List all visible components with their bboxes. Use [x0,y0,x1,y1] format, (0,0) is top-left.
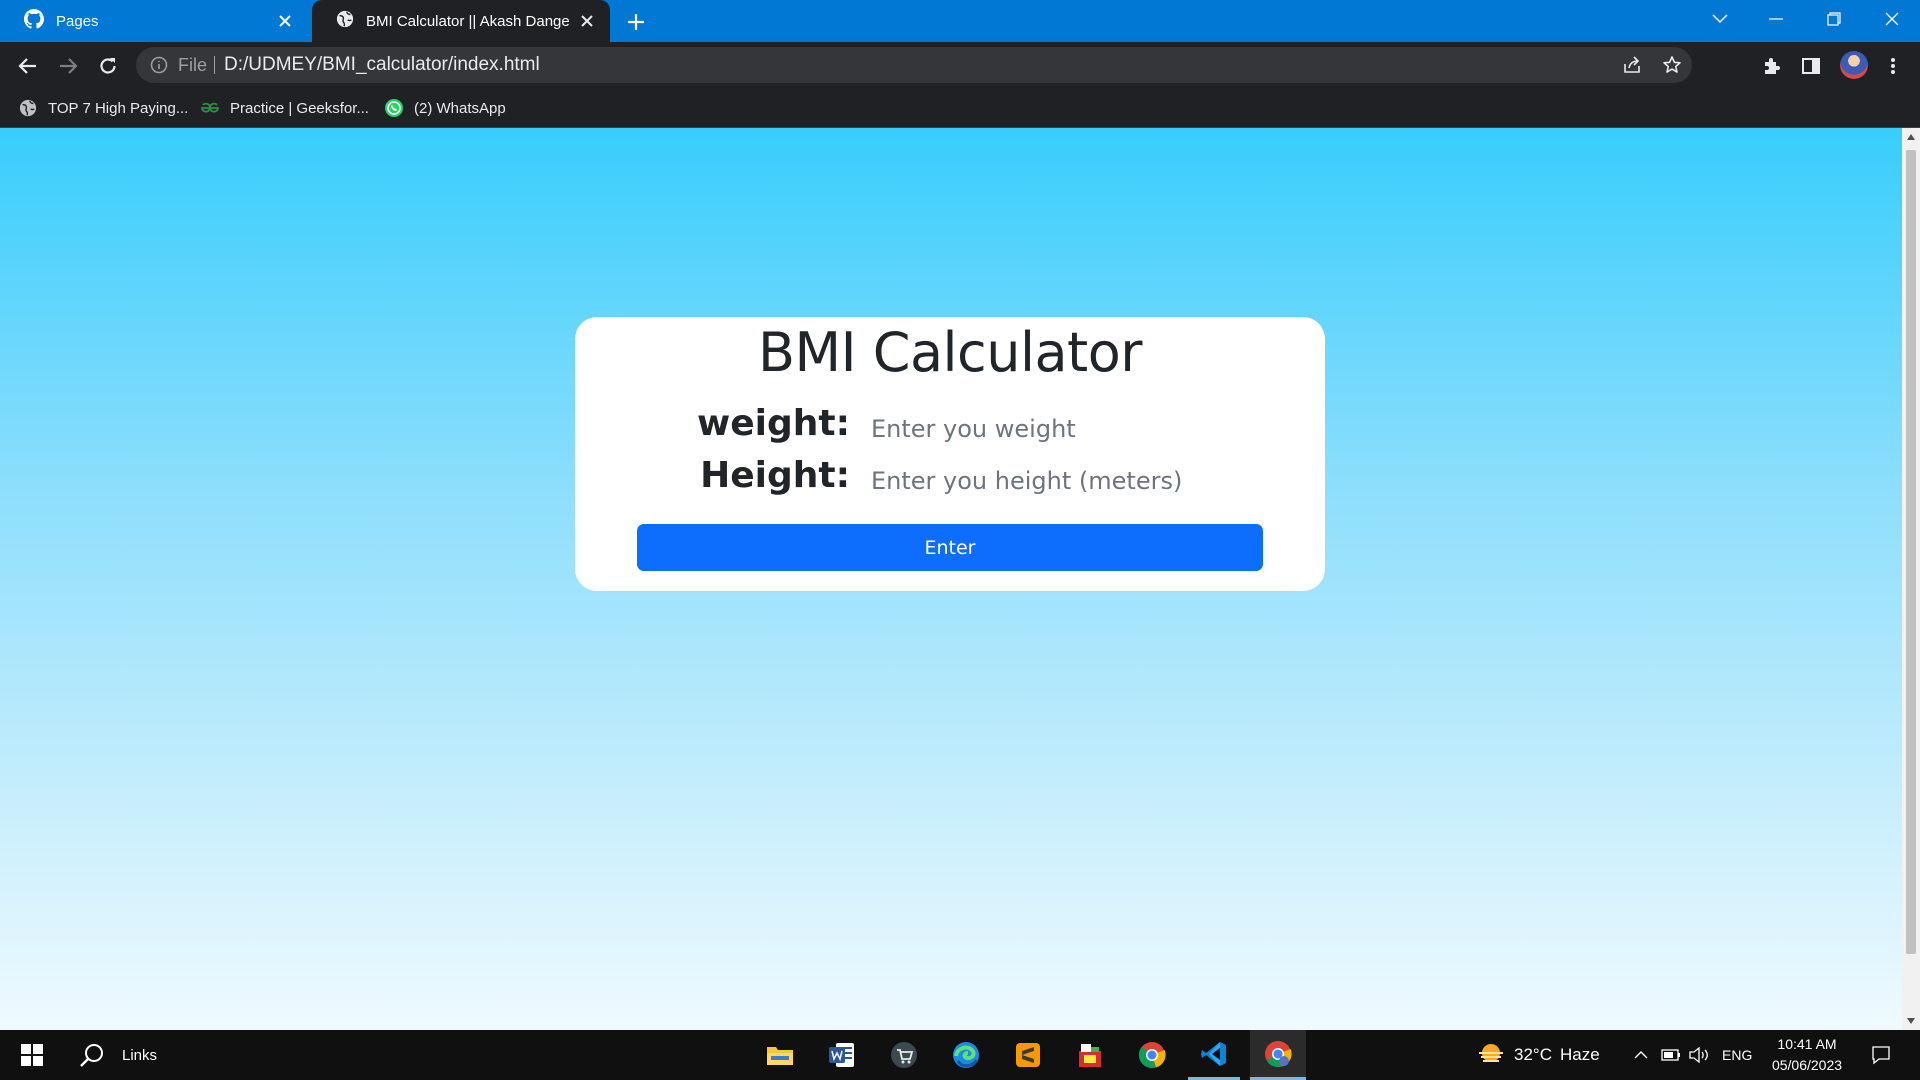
globe-icon [336,10,354,32]
new-tab-button[interactable] [624,10,648,34]
sublime-text-icon[interactable] [1002,1030,1054,1080]
url-text[interactable]: D:/UDMEY/BMI_calculator/index.html [224,54,540,76]
language-indicator[interactable]: ENG [1722,1030,1752,1080]
bookmarks-bar: TOP 7 High Paying... Practice | Geeksfor… [0,89,1920,128]
file-explorer-icon[interactable] [754,1030,806,1080]
height-row: Height: [575,455,1325,507]
extensions-icon[interactable] [1758,53,1784,79]
bmi-card: BMI Calculator weight: Height: Enter [575,317,1325,591]
edge-icon[interactable] [940,1030,992,1080]
side-panel-icon[interactable] [1798,53,1824,79]
scroll-up-icon[interactable] [1907,134,1915,140]
weight-input[interactable] [871,407,1251,451]
address-bar[interactable]: File D:/UDMEY/BMI_calculator/index.html [136,47,1692,83]
tab-search-icon[interactable] [1692,0,1748,38]
windows-taskbar: Links 32°C Haze ENG 10:41 AM 05/06/2023 [0,1030,1920,1080]
page-scrollbar[interactable] [1902,128,1920,1030]
clock-date: 05/06/2023 [1771,1057,1843,1073]
globe-icon [18,98,38,118]
bookmark-whatsapp[interactable]: (2) WhatsApp [384,97,506,119]
scheme-label: File [178,55,208,75]
back-button[interactable] [14,52,42,80]
forward-button[interactable] [54,52,82,80]
tab-bmi-calculator[interactable]: BMI Calculator || Akash Dange [312,0,610,42]
bookmark-star-icon[interactable] [1662,55,1682,75]
profile-avatar[interactable] [1840,51,1868,79]
browser-toolbar: File D:/UDMEY/BMI_calculator/index.html [0,42,1920,89]
taskbar-search-text[interactable]: Links [122,1030,157,1080]
bookmark-label: Practice | Geeksfor... [230,99,369,117]
enter-button[interactable]: Enter [637,524,1263,571]
bookmark-geeksforgeeks[interactable]: Practice | Geeksfor... [200,97,369,119]
clock-time: 10:41 AM [1777,1036,1837,1052]
chrome-icon[interactable] [1126,1030,1178,1080]
weight-row: weight: [575,403,1325,455]
geeksforgeeks-icon [200,98,220,118]
info-icon[interactable] [150,56,168,74]
share-icon[interactable] [1622,55,1642,75]
page-title: BMI Calculator [758,321,1142,384]
whatsapp-icon [384,98,404,118]
tab-strip: Pages BMI Calculator || Akash Dange [0,0,1920,42]
minimize-button[interactable] [1748,0,1804,38]
weather-haze-icon[interactable] [1474,1030,1508,1080]
page-viewport: BMI Calculator weight: Height: Enter [0,128,1902,1030]
restore-button[interactable] [1806,0,1862,38]
word-icon[interactable] [816,1030,868,1080]
reload-button[interactable] [94,52,122,80]
scroll-down-icon[interactable] [1907,1018,1915,1024]
search-icon[interactable] [72,1030,112,1080]
menu-kebab-icon[interactable] [1880,53,1906,79]
scheme-separator [214,56,215,74]
weather-text[interactable]: 32°C Haze [1514,1030,1600,1080]
tab-pages[interactable]: Pages [0,0,308,42]
vscode-icon[interactable] [1188,1030,1240,1080]
close-tab-icon[interactable] [276,12,294,30]
app-icon[interactable] [1064,1030,1116,1080]
close-tab-icon[interactable] [578,12,596,30]
tab-title: Pages [56,12,99,30]
chrome-profile-icon[interactable] [1250,1030,1306,1080]
windows-start-icon[interactable] [10,1030,54,1080]
volume-icon[interactable] [1688,1030,1712,1080]
bookmark-label: TOP 7 High Paying... [48,99,189,117]
bookmark-label: (2) WhatsApp [414,99,506,117]
clock[interactable]: 10:41 AM 05/06/2023 [1762,1034,1852,1076]
battery-icon[interactable] [1660,1030,1682,1080]
height-label: Height: [700,455,850,496]
scroll-thumb[interactable] [1906,150,1916,954]
height-input[interactable] [871,459,1251,503]
store-icon[interactable] [878,1030,930,1080]
tray-chevron-up-icon[interactable] [1632,1030,1650,1080]
notification-icon[interactable] [1866,1030,1896,1080]
github-icon [24,9,44,33]
bookmark-top7[interactable]: TOP 7 High Paying... [18,97,188,119]
close-window-button[interactable] [1864,0,1920,38]
weight-label: weight: [696,403,850,444]
tab-title: BMI Calculator || Akash Dange [366,12,570,30]
